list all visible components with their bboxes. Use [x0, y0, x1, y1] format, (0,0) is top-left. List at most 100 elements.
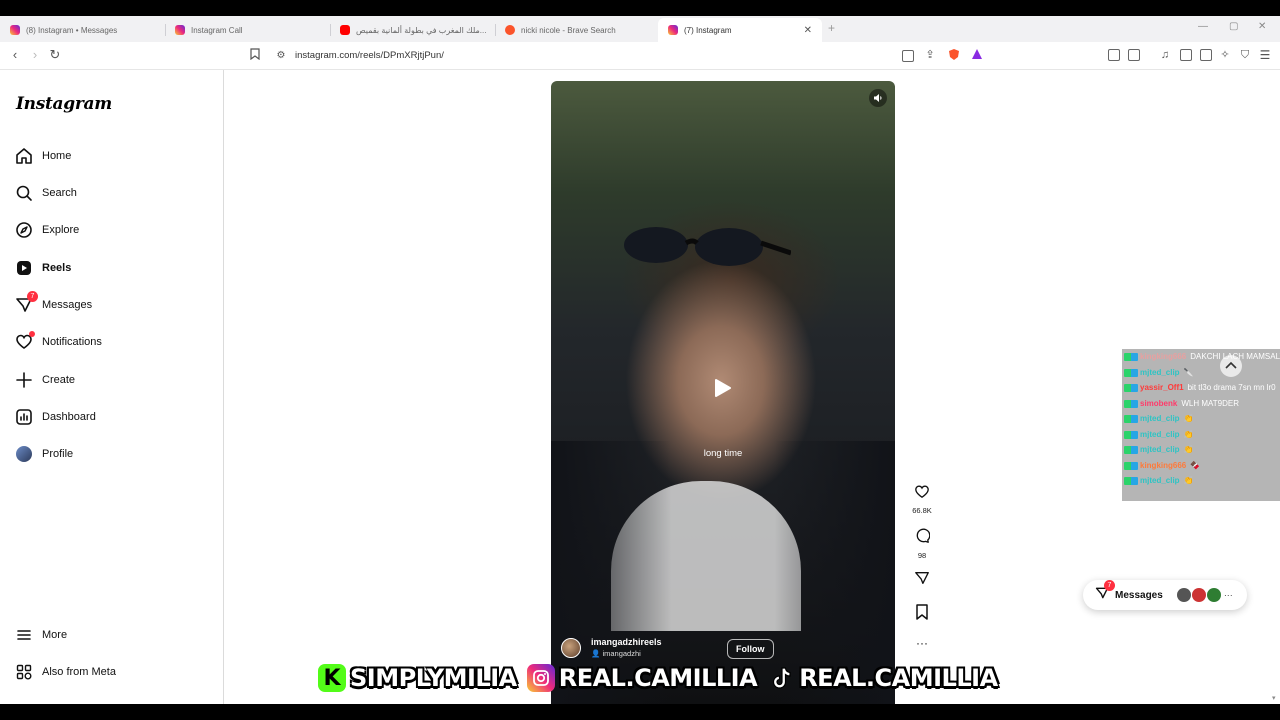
sidebar-item-messages[interactable]: 7 Messages: [14, 291, 92, 317]
leo-ai-icon[interactable]: ✧: [1218, 48, 1232, 62]
meta-apps-icon: [14, 662, 34, 682]
author-username[interactable]: imangadzhireels: [591, 637, 662, 647]
comment-icon[interactable]: [914, 528, 931, 544]
back-icon[interactable]: ‹: [8, 48, 22, 62]
chat-badge-icon: [1124, 399, 1138, 408]
close-icon[interactable]: ✕: [804, 25, 812, 36]
plus-icon: [14, 370, 34, 390]
chat-badge-icon: [1124, 353, 1138, 361]
sidebar-item-label: Also from Meta: [42, 666, 116, 678]
reel-author[interactable]: imangadzhireels 👤 imangadzhi: [561, 637, 662, 658]
sidebar-item-label: Reels: [42, 262, 72, 274]
url-field[interactable]: ⚙ instagram.com/reels/DPmXRjtjPun/ ⇪: [268, 46, 988, 66]
like-action[interactable]: 66.8K: [910, 484, 934, 515]
minimize-icon[interactable]: —: [1198, 21, 1208, 32]
sidebar-item-reels[interactable]: Reels: [14, 256, 71, 280]
bookmark-icon[interactable]: [915, 604, 929, 620]
reel-video[interactable]: long time imangadzhireels 👤 imangadzhi F…: [551, 81, 895, 704]
save-action[interactable]: [910, 604, 934, 625]
tab-instagram-active[interactable]: (7) Instagram ✕: [658, 18, 822, 42]
avatar: [1206, 588, 1221, 602]
screen-bottom-border: [0, 704, 1280, 720]
reload-icon[interactable]: ↻: [48, 48, 62, 62]
play-button[interactable]: [711, 377, 733, 399]
media-icon[interactable]: ♫: [1158, 48, 1172, 62]
menu-icon[interactable]: ☰: [1258, 48, 1272, 62]
cast-icon[interactable]: [902, 50, 914, 62]
tab-title: (8) Instagram • Messages: [26, 25, 118, 35]
brave-rewards-icon[interactable]: [970, 48, 984, 62]
extensions-icon[interactable]: [1108, 49, 1120, 61]
chat-text: 👏: [1183, 476, 1194, 485]
share-action[interactable]: [910, 570, 934, 591]
chat-badge-icon: [1124, 461, 1138, 470]
tiktok-icon: [767, 664, 795, 692]
messages-badge: 7: [27, 291, 38, 302]
messenger-icon: 7: [14, 291, 38, 315]
chat-badge-icon: [1124, 384, 1138, 392]
play-icon: [715, 379, 731, 397]
chat-text: 🍫: [1190, 460, 1201, 470]
reels-icon: [14, 258, 34, 278]
messages-pill[interactable]: 7 Messages ···: [1083, 579, 1247, 610]
instagram-logo[interactable]: Instagram: [16, 94, 112, 114]
chat-username: mjted_clip: [1140, 476, 1180, 485]
volume-button[interactable]: [869, 89, 887, 107]
home-icon: [14, 146, 34, 166]
more-options-icon[interactable]: ···: [910, 636, 934, 650]
author-avatar[interactable]: [561, 637, 581, 658]
heart-icon[interactable]: [914, 484, 930, 499]
author-sub-label: imangadzhi: [602, 649, 641, 658]
chat-message: simobenk WLH MAT9DER: [1122, 397, 1280, 411]
sidebar-item-notifications[interactable]: Notifications: [14, 330, 102, 354]
tab-instagram-messages[interactable]: (8) Instagram • Messages: [0, 18, 165, 42]
bookmark-icon[interactable]: [248, 48, 262, 62]
sidebar-item-home[interactable]: Home: [14, 144, 71, 168]
wallet-icon[interactable]: [1128, 49, 1140, 61]
chat-badge-icon: [1124, 446, 1138, 454]
instagram-icon: [668, 25, 678, 35]
person-icon: 👤: [591, 649, 603, 658]
youtube-icon: [340, 25, 350, 35]
brave-shield-icon[interactable]: [947, 48, 961, 62]
messages-badge: 7: [1104, 579, 1115, 591]
chat-message: kingking666 🍫: [1122, 459, 1280, 473]
tab-instagram-call[interactable]: Instagram Call: [165, 18, 330, 42]
new-tab-button[interactable]: +: [828, 21, 835, 35]
share-icon[interactable]: ⇪: [923, 48, 937, 62]
more-icon[interactable]: ···: [1224, 590, 1233, 600]
chat-message: mjted_clip 👏: [1122, 474, 1280, 488]
sidebar-item-search[interactable]: Search: [14, 181, 77, 205]
sidebar-item-profile[interactable]: Profile: [14, 442, 73, 466]
window-close-icon[interactable]: ✕: [1258, 21, 1266, 32]
maximize-icon[interactable]: ▢: [1229, 21, 1238, 32]
share-icon[interactable]: [914, 570, 930, 586]
sidebar-item-more[interactable]: More: [14, 623, 67, 647]
sidebar-item-dashboard[interactable]: Dashboard: [14, 405, 96, 429]
tab-youtube[interactable]: ملك المغرب في بطولة ألمانية بقميص...: [330, 18, 495, 42]
sidebar-item-create[interactable]: Create: [14, 368, 75, 392]
notification-dot: [29, 331, 35, 337]
chat-message: mjted_clip 👏: [1122, 443, 1280, 457]
wallet-alt-icon[interactable]: [1200, 49, 1212, 61]
scrollbar-arrow-icon[interactable]: ▾: [1272, 694, 1280, 704]
follow-button[interactable]: Follow: [727, 639, 774, 659]
author-audio[interactable]: 👤 imangadzhi: [591, 649, 662, 658]
site-settings-icon[interactable]: ⚙: [274, 49, 288, 63]
sidebar-item-also-from-meta[interactable]: Also from Meta: [14, 660, 116, 684]
hamburger-icon: [14, 625, 34, 645]
sidebar-toggle-icon[interactable]: [1180, 49, 1192, 61]
scroll-up-button[interactable]: [1220, 355, 1242, 377]
reel-caption: long time: [703, 448, 743, 459]
comment-action[interactable]: 98: [910, 528, 934, 560]
sidebar-item-explore[interactable]: Explore: [14, 218, 79, 242]
forward-icon[interactable]: ›: [28, 48, 42, 62]
avatar: [14, 444, 34, 464]
sidebar-item-label: Dashboard: [42, 411, 96, 423]
vpn-icon[interactable]: ⛉: [1238, 48, 1252, 62]
tab-brave-search[interactable]: nicki nicole - Brave Search: [495, 18, 657, 42]
like-count: 66.8K: [912, 506, 932, 515]
sidebar-item-label: Search: [42, 187, 77, 199]
chat-message: mjted_clip 🔪: [1122, 366, 1280, 380]
sidebar-item-label: More: [42, 629, 68, 641]
